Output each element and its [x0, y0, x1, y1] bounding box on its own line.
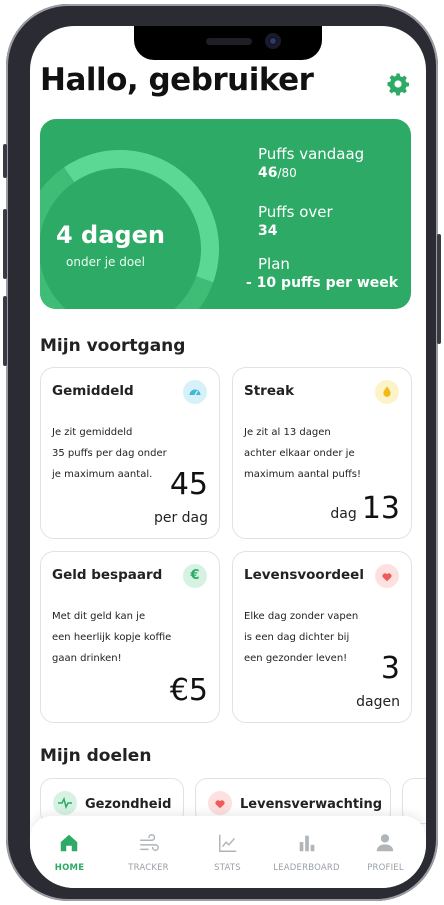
nav-home[interactable]: HOME — [30, 816, 109, 876]
nav-tracker[interactable]: TRACKER — [109, 816, 188, 876]
description-line: 35 puffs per dag onder — [52, 448, 167, 459]
card-title: Gemiddeld — [52, 383, 134, 399]
puffs-today-max: /80 — [277, 166, 297, 180]
user-icon — [376, 834, 394, 852]
card-unit: dag — [330, 506, 357, 522]
line-chart-icon — [219, 834, 237, 852]
volume-down-button — [3, 296, 7, 366]
description-line: achter elkaar onder je — [244, 448, 355, 459]
nav-label: LEADERBOARD — [273, 863, 340, 873]
progress-section-title: Mijn voortgang — [40, 336, 186, 356]
home-icon — [60, 834, 78, 852]
days-under-goal: 4 dagen — [56, 221, 165, 249]
puffs-remaining-label: Puffs over — [258, 203, 333, 221]
goals-section-title: Mijn doelen — [40, 746, 152, 766]
mute-switch — [3, 144, 7, 178]
card-value: 3 — [380, 651, 400, 686]
card-streak[interactable]: Streak Je zit al 13 dagen achter elkaar … — [232, 367, 412, 539]
nav-profile[interactable]: PROFIEL — [346, 816, 425, 876]
card-value: €5 — [169, 673, 208, 708]
card-unit: dagen — [356, 694, 400, 710]
description-line: is een dag dichter bij — [244, 632, 350, 643]
plan-value: - 10 puffs per week — [246, 275, 399, 291]
goal-label: Levensverwachting — [240, 797, 383, 812]
card-value-row: dag 13 — [330, 491, 400, 526]
card-unit: per dag — [153, 510, 208, 526]
days-under-goal-label: onder je doel — [66, 255, 145, 269]
gear-icon[interactable] — [386, 72, 410, 96]
puffs-today-value: 46/80 — [258, 165, 297, 181]
power-button — [437, 234, 441, 344]
euro-icon: € — [183, 564, 207, 588]
pulse-icon — [53, 791, 77, 815]
card-money-saved[interactable]: Geld bespaard € Met dit geld kan je een … — [40, 551, 220, 723]
page-title: Hallo, gebruiker — [40, 62, 314, 98]
nav-label: STATS — [214, 863, 241, 873]
nav-leaderboard[interactable]: LEADERBOARD — [267, 816, 346, 876]
card-value: 45 — [169, 467, 208, 502]
nav-label: TRACKER — [128, 863, 169, 873]
gauge-icon — [183, 380, 207, 404]
summary-card: 4 dagen onder je doel Puffs vandaag 46/8… — [40, 119, 411, 309]
speaker — [206, 38, 252, 45]
volume-up-button — [3, 209, 7, 279]
goal-label: Gezondheid — [85, 797, 172, 812]
phone-frame: Hallo, gebruiker 4 dagen onder je doel P… — [3, 4, 441, 901]
app-screen: Hallo, gebruiker 4 dagen onder je doel P… — [30, 26, 426, 888]
heart-icon — [375, 564, 399, 588]
puffs-remaining-value: 34 — [258, 223, 278, 239]
description-line: een heerlijk kopje koffie — [52, 632, 172, 643]
wind-icon — [140, 834, 159, 852]
description-line: Met dit geld kan je — [52, 611, 146, 622]
description-line: maximum aantal puffs! — [244, 469, 361, 480]
nav-label: HOME — [54, 863, 85, 873]
nav-label: PROFIEL — [367, 863, 404, 873]
card-title: Geld bespaard — [52, 567, 163, 583]
card-description: Je zit al 13 dagen achter elkaar onder j… — [244, 422, 404, 485]
puffs-today-label: Puffs vandaag — [258, 145, 365, 163]
drop-icon — [375, 380, 399, 404]
bar-chart-icon — [299, 835, 315, 852]
card-title: Streak — [244, 383, 295, 399]
description-line: gaan drinken! — [52, 653, 122, 664]
card-description: Met dit geld kan je een heerlijk kopje k… — [52, 606, 212, 669]
heart-icon — [208, 791, 232, 815]
plan-label: Plan — [258, 255, 290, 273]
puffs-today-count: 46 — [258, 165, 278, 181]
card-average[interactable]: Gemiddeld Je zit gemiddeld 35 puffs per … — [40, 367, 220, 539]
card-title: Levensvoordeel — [244, 567, 364, 583]
card-value: 13 — [361, 491, 400, 526]
description-line: Je zit al 13 dagen — [244, 427, 331, 438]
card-life-benefit[interactable]: Levensvoordeel Elke dag zonder vapen is … — [232, 551, 412, 723]
notch — [134, 26, 322, 60]
description-line: Elke dag zonder vapen — [244, 611, 359, 622]
front-camera — [265, 33, 281, 49]
description-line: Je zit gemiddeld — [52, 427, 133, 438]
nav-stats[interactable]: STATS — [188, 816, 267, 876]
bottom-nav: HOME TRACKER STATS LEADERBOARD PROFIEL — [30, 816, 426, 888]
